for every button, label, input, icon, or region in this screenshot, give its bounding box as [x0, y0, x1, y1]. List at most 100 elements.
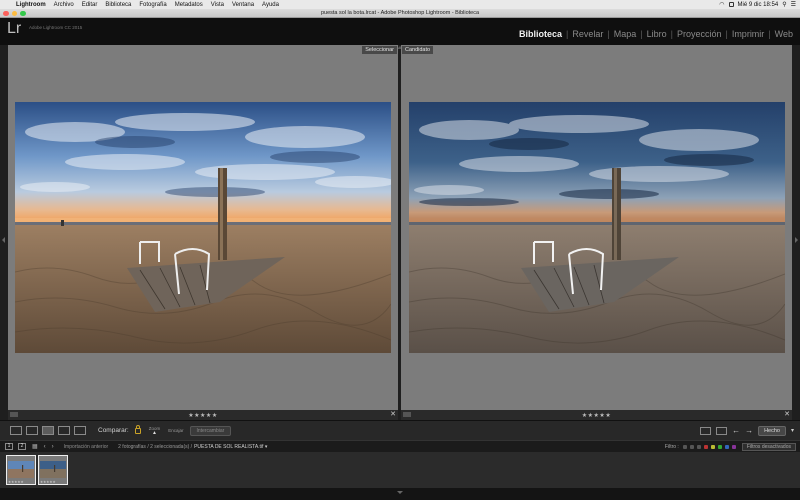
lightroom-logo: Lr	[7, 20, 22, 37]
module-biblioteca[interactable]: Biblioteca	[516, 29, 565, 39]
battery-icon[interactable]	[728, 2, 734, 7]
filter-label: Filtro :	[664, 443, 679, 450]
thumb-rating: ★★★★★	[8, 480, 24, 484]
selection-count: 2 fotografías / 2 seleccionada(s) /	[118, 443, 193, 450]
thumb-image	[40, 461, 66, 478]
zoom-slider-thumb-icon[interactable]: ▲	[152, 430, 157, 436]
forward-arrow-icon[interactable]: ›	[52, 444, 54, 450]
filmstrip-bar: 1 2 ▦ ‹ › Importación anterior 2 fotogra…	[0, 440, 800, 452]
next-arrow-icon[interactable]: →	[745, 426, 753, 435]
wifi-icon[interactable]: ◠	[719, 1, 724, 8]
filter-state-dropdown[interactable]: Filtros desactivados	[741, 442, 796, 451]
module-web[interactable]: Web	[772, 29, 796, 39]
right-panel-toggle-icon[interactable]	[795, 237, 798, 243]
swap-icon[interactable]	[716, 426, 728, 435]
select-pane[interactable]: Seleccionar ★★★★★ ✕	[8, 45, 398, 420]
survey-view-icon[interactable]	[58, 426, 70, 435]
zoom-window-icon[interactable]	[20, 10, 26, 16]
module-mapa[interactable]: Mapa	[611, 29, 640, 39]
left-panel-toggle-icon[interactable]	[2, 237, 5, 243]
filmstrip-thumb[interactable]: ★★★★★	[38, 455, 68, 485]
star-filter-icon[interactable]	[696, 444, 701, 449]
page-1-button[interactable]: 1	[5, 443, 13, 450]
people-view-icon[interactable]	[74, 426, 86, 435]
filter-icons	[682, 444, 736, 449]
module-imprimir[interactable]: Imprimir	[729, 29, 768, 39]
toolbar-right: ← → Hecho ▾	[700, 425, 800, 436]
menu-ayuda[interactable]: Ayuda	[258, 2, 283, 8]
beach-photo-candidate	[409, 102, 785, 353]
loupe-view-icon[interactable]	[26, 426, 38, 435]
blue-label-icon[interactable]	[724, 444, 729, 449]
fit-control[interactable]: Encajar	[168, 428, 183, 433]
grid-mini-icon[interactable]: ▦	[32, 443, 38, 450]
done-button[interactable]: Hecho	[758, 425, 786, 436]
identity-plate: Lr Adobe Lightroom CC 2015 Biblioteca | …	[0, 18, 800, 45]
candidate-tag: Candidato	[402, 46, 434, 54]
menu-vista[interactable]: Vista	[207, 2, 228, 8]
window-title: puesta sol la bota.lrcat - Adobe Photosh…	[320, 10, 480, 16]
compare-toolbar: Comparar: Zoom ▲ Encajar Intercambiar ← …	[0, 420, 800, 440]
thumb-image	[8, 461, 34, 478]
notification-center-icon[interactable]: ☰	[791, 1, 796, 8]
back-arrow-icon[interactable]: ‹	[44, 444, 46, 450]
candidate-pane[interactable]: Candidato ★★★★★ ✕	[401, 45, 792, 420]
select-close-icon[interactable]: ✕	[390, 410, 396, 418]
bottom-panel-bar	[0, 488, 800, 500]
previous-import-label[interactable]: Importación anterior	[64, 444, 108, 450]
window-titlebar: puesta sol la bota.lrcat - Adobe Photosh…	[0, 9, 800, 18]
module-revelar[interactable]: Revelar	[569, 29, 606, 39]
select-rating-stars[interactable]: ★★★★★	[188, 412, 217, 419]
grid-view-icon[interactable]	[10, 426, 22, 435]
select-tag: Seleccionar	[362, 46, 397, 54]
select-photo[interactable]	[15, 102, 391, 353]
page-2-button[interactable]: 2	[18, 443, 26, 450]
thumb-rating: ★★★★★	[40, 480, 56, 484]
close-window-icon[interactable]	[3, 10, 9, 16]
menu-metadatos[interactable]: Metadatos	[171, 2, 207, 8]
swap-button[interactable]: Intercambiar	[189, 425, 232, 436]
module-libro[interactable]: Libro	[644, 29, 670, 39]
filename-dropdown[interactable]: PUESTA DE SOL REALISTA.tif ▾	[194, 444, 267, 450]
make-select-icon[interactable]	[700, 426, 712, 435]
lock-icon[interactable]	[134, 425, 141, 434]
bottom-panel-toggle-icon[interactable]	[397, 491, 403, 494]
purple-label-icon[interactable]	[731, 444, 736, 449]
green-label-icon[interactable]	[717, 444, 722, 449]
menu-lightroom[interactable]: Lightroom	[12, 2, 50, 8]
red-label-icon[interactable]	[703, 444, 708, 449]
menu-editar[interactable]: Editar	[78, 2, 102, 8]
fit-label: Encajar	[168, 428, 184, 433]
mac-menubar: Lightroom Archivo Editar Biblioteca Foto…	[0, 0, 800, 9]
beach-photo-select	[15, 102, 391, 353]
previous-arrow-icon[interactable]: ←	[732, 426, 740, 435]
version-label: Adobe Lightroom CC 2015	[29, 25, 83, 30]
minimize-window-icon[interactable]	[11, 10, 17, 16]
module-proyeccion[interactable]: Proyección	[674, 29, 725, 39]
candidate-rating-stars[interactable]: ★★★★★	[582, 412, 611, 419]
flag-filter-icon[interactable]	[689, 444, 694, 449]
flag-filter-icon[interactable]	[682, 444, 687, 449]
menubar-clock[interactable]: Mié 9 dic 18:54	[738, 2, 779, 8]
candidate-photo[interactable]	[409, 102, 785, 353]
select-pane-color-icon[interactable]	[10, 412, 18, 417]
candidate-pane-color-icon[interactable]	[403, 412, 411, 417]
menu-fotografia[interactable]: Fotografía	[135, 2, 170, 8]
select-pane-footer: ★★★★★ ✕	[8, 410, 398, 420]
filmstrip-thumb[interactable]: ★★★★★	[6, 455, 36, 485]
candidate-close-icon[interactable]: ✕	[784, 410, 790, 418]
candidate-pane-footer: ★★★★★ ✕	[401, 410, 792, 420]
menu-biblioteca[interactable]: Biblioteca	[101, 2, 135, 8]
spotlight-icon[interactable]: ⚲	[782, 1, 786, 8]
menu-ventana[interactable]: Ventana	[228, 2, 258, 8]
menu-archivo[interactable]: Archivo	[50, 2, 78, 8]
menubar-status: ◠ Mié 9 dic 18:54 ⚲ ☰	[719, 1, 800, 9]
compare-label: Comparar:	[98, 427, 129, 434]
compare-view-icon[interactable]	[42, 426, 54, 435]
window-controls	[3, 10, 26, 16]
yellow-label-icon[interactable]	[710, 444, 715, 449]
zoom-control[interactable]: Zoom ▲	[149, 426, 161, 436]
toolbar-menu-icon[interactable]: ▾	[791, 427, 794, 434]
module-picker: Biblioteca | Revelar | Mapa | Libro | Pr…	[516, 29, 796, 39]
filmstrip: ★★★★★ ★★★★★	[0, 452, 800, 488]
